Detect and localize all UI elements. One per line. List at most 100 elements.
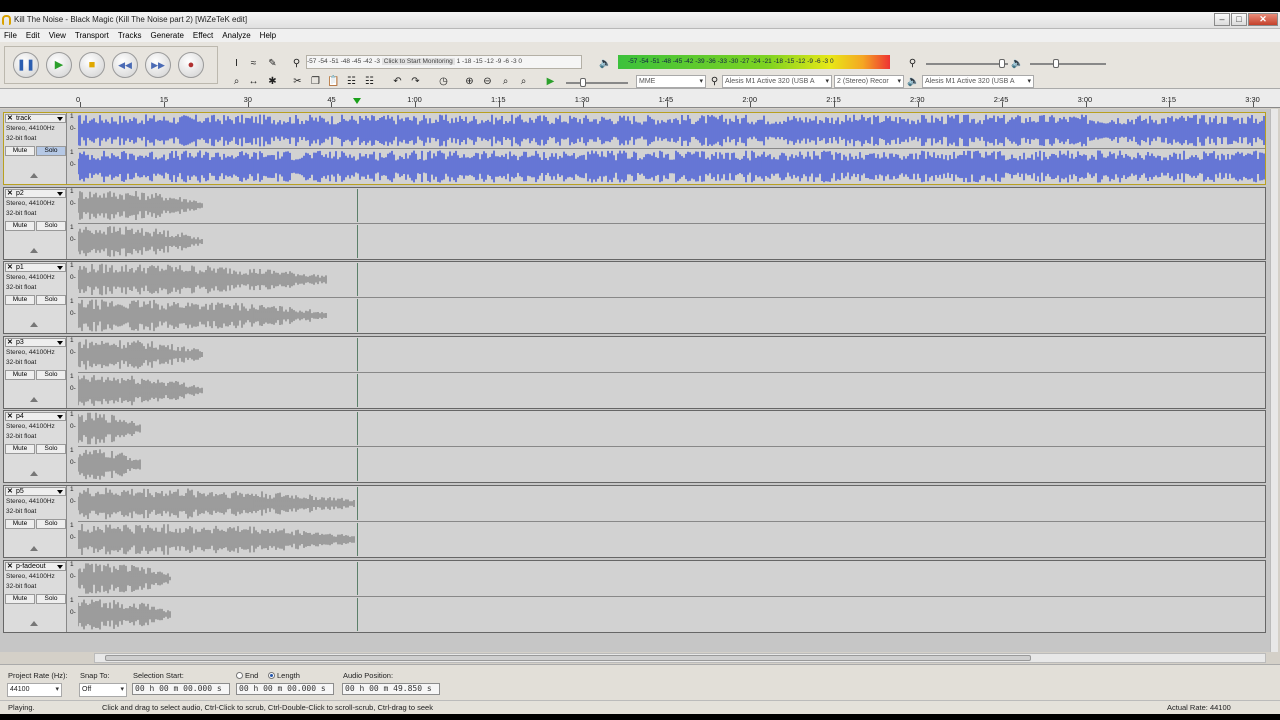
menu-effect[interactable]: Effect bbox=[193, 31, 213, 40]
timeshift-tool-icon[interactable]: ↔ bbox=[246, 74, 261, 89]
close-track-icon[interactable]: ✕ bbox=[7, 563, 13, 570]
copy-icon[interactable]: ❐ bbox=[308, 74, 323, 89]
mute-button[interactable]: Mute bbox=[5, 444, 35, 455]
redo-icon[interactable]: ↷ bbox=[408, 74, 423, 89]
waveform-clip[interactable] bbox=[77, 338, 203, 371]
stop-button[interactable]: ■ bbox=[79, 52, 105, 78]
left-channel[interactable] bbox=[77, 188, 1265, 222]
menu-tracks[interactable]: Tracks bbox=[118, 31, 142, 40]
track-name-menu[interactable]: ✕ p4 bbox=[5, 412, 66, 422]
right-channel[interactable] bbox=[77, 523, 1265, 556]
collapse-track-icon[interactable] bbox=[30, 173, 38, 178]
play-button[interactable]: ▶ bbox=[46, 52, 72, 78]
track-name-menu[interactable]: ✕ track bbox=[5, 114, 66, 123]
mute-button[interactable]: Mute bbox=[5, 369, 35, 380]
length-radio[interactable]: Length bbox=[268, 671, 300, 680]
waveform-clip[interactable] bbox=[77, 598, 171, 631]
left-channel[interactable] bbox=[77, 487, 1265, 520]
track-panel[interactable]: ✕ track Stereo, 44100Hz 32-bit float Mute Sol… bbox=[0, 109, 1270, 652]
horizontal-scroll-thumb[interactable] bbox=[105, 655, 1031, 661]
audio-track[interactable]: ✕ p5 Stereo, 44100Hz 32-bit float Mute Solo 1 0… bbox=[3, 485, 1266, 558]
waveform-clip[interactable] bbox=[77, 263, 327, 296]
track-name-menu[interactable]: ✕ p1 bbox=[5, 263, 66, 273]
audio-track[interactable]: ✕ p1 Stereo, 44100Hz 32-bit float Mute Solo 1 0… bbox=[3, 261, 1266, 335]
playback-volume-thumb[interactable] bbox=[1053, 59, 1059, 68]
fit-project-icon[interactable]: ⌕ bbox=[516, 74, 531, 89]
cut-icon[interactable]: ✂ bbox=[290, 74, 305, 89]
menu-generate[interactable]: Generate bbox=[151, 31, 184, 40]
waveform-clip[interactable] bbox=[77, 562, 171, 595]
solo-button[interactable]: Solo bbox=[36, 220, 66, 231]
silence-icon[interactable]: ☷ bbox=[362, 74, 377, 89]
play-at-speed-icon[interactable]: ▶ bbox=[543, 74, 558, 89]
collapse-track-icon[interactable] bbox=[30, 322, 38, 328]
right-channel[interactable] bbox=[77, 224, 1265, 258]
menu-file[interactable]: File bbox=[4, 31, 17, 40]
waveform-clip[interactable] bbox=[77, 299, 327, 332]
solo-button[interactable]: Solo bbox=[36, 369, 66, 380]
track-name-menu[interactable]: ✕ p-fadeout bbox=[5, 561, 66, 571]
close-track-icon[interactable]: ✕ bbox=[7, 115, 13, 122]
close-track-icon[interactable]: ✕ bbox=[7, 488, 13, 495]
menu-view[interactable]: View bbox=[49, 31, 66, 40]
recording-channels-select[interactable]: 2 (Stereo) Recor bbox=[834, 75, 904, 88]
end-radio[interactable]: End bbox=[236, 671, 258, 680]
record-meter[interactable]: -57 -54 -51 -48 -45 -42 -3 Click to Star… bbox=[306, 55, 582, 69]
play-speed-thumb[interactable] bbox=[580, 78, 586, 87]
fit-selection-icon[interactable]: ⌕ bbox=[498, 74, 513, 89]
right-channel[interactable] bbox=[77, 373, 1265, 407]
record-volume-slider[interactable] bbox=[926, 63, 1008, 65]
selection-tool-icon[interactable]: I bbox=[229, 56, 244, 71]
mute-button[interactable]: Mute bbox=[5, 220, 35, 231]
left-channel[interactable] bbox=[77, 263, 1265, 297]
recording-device-select[interactable]: Alesis M1 Active 320 (USB A bbox=[722, 75, 832, 88]
audio-host-select[interactable]: MME bbox=[636, 75, 706, 88]
speaker-icon[interactable]: 🔈 bbox=[598, 56, 613, 71]
project-rate-select[interactable]: 44100 bbox=[7, 683, 62, 697]
selection-length-field[interactable]: 00 h 00 m 00.000 s bbox=[236, 683, 334, 695]
collapse-track-icon[interactable] bbox=[30, 471, 38, 477]
close-track-icon[interactable]: ✕ bbox=[7, 190, 13, 197]
collapse-track-icon[interactable] bbox=[30, 620, 38, 626]
playhead-marker[interactable] bbox=[353, 98, 361, 104]
waveform-clip[interactable] bbox=[77, 523, 355, 556]
mute-button[interactable]: Mute bbox=[5, 146, 35, 156]
selection-start-field[interactable]: 00 h 00 m 00.000 s bbox=[132, 683, 230, 695]
snap-to-select[interactable]: Off bbox=[79, 683, 127, 697]
left-channel[interactable] bbox=[77, 561, 1265, 595]
waveform-clip[interactable] bbox=[77, 412, 142, 445]
sync-lock-icon[interactable]: ◷ bbox=[436, 74, 451, 89]
multi-tool-icon[interactable]: ✱ bbox=[265, 74, 280, 89]
record-volume-thumb[interactable] bbox=[999, 59, 1005, 68]
right-channel[interactable] bbox=[77, 299, 1265, 333]
playback-device-select[interactable]: Alesis M1 Active 320 (USB A bbox=[922, 75, 1034, 88]
left-channel[interactable] bbox=[77, 337, 1265, 371]
collapse-track-icon[interactable] bbox=[30, 247, 38, 253]
zoom-out-icon[interactable]: ⊖ bbox=[480, 74, 495, 89]
playback-meter[interactable]: -57 -54 -51 -48 -45 -42 -39 -36 -33 -30 … bbox=[618, 55, 890, 69]
horizontal-scrollbar[interactable] bbox=[94, 653, 1266, 663]
close-track-icon[interactable]: ✕ bbox=[7, 264, 13, 271]
audio-track[interactable]: ✕ p-fadeout Stereo, 44100Hz 32-bit float Mut… bbox=[3, 559, 1266, 633]
solo-button[interactable]: Solo bbox=[36, 519, 66, 529]
waveform-clip[interactable] bbox=[77, 150, 1265, 183]
skip-end-button[interactable]: ▶▶ bbox=[145, 52, 171, 78]
mute-button[interactable]: Mute bbox=[5, 519, 35, 529]
audio-position-field[interactable]: 00 h 00 m 49.850 s bbox=[342, 683, 440, 695]
collapse-track-icon[interactable] bbox=[30, 546, 38, 551]
mute-button[interactable]: Mute bbox=[5, 295, 35, 306]
menu-transport[interactable]: Transport bbox=[75, 31, 109, 40]
maximize-button[interactable]: □ bbox=[1231, 13, 1247, 26]
playback-volume-slider[interactable] bbox=[1030, 63, 1106, 65]
solo-button[interactable]: Solo bbox=[36, 146, 66, 156]
collapse-track-icon[interactable] bbox=[30, 396, 38, 402]
vertical-scrollbar[interactable] bbox=[1270, 109, 1278, 652]
mute-button[interactable]: Mute bbox=[5, 593, 35, 604]
left-channel[interactable] bbox=[77, 114, 1265, 147]
waveform-clip[interactable] bbox=[77, 114, 1265, 147]
waveform-clip[interactable] bbox=[77, 487, 355, 520]
track-name-menu[interactable]: ✕ p5 bbox=[5, 487, 66, 496]
audio-track[interactable]: ✕ p2 Stereo, 44100Hz 32-bit float Mute Solo 1 0… bbox=[3, 186, 1266, 260]
audio-track[interactable]: ✕ p4 Stereo, 44100Hz 32-bit float Mute Solo 1 0… bbox=[3, 410, 1266, 484]
menu-edit[interactable]: Edit bbox=[26, 31, 40, 40]
